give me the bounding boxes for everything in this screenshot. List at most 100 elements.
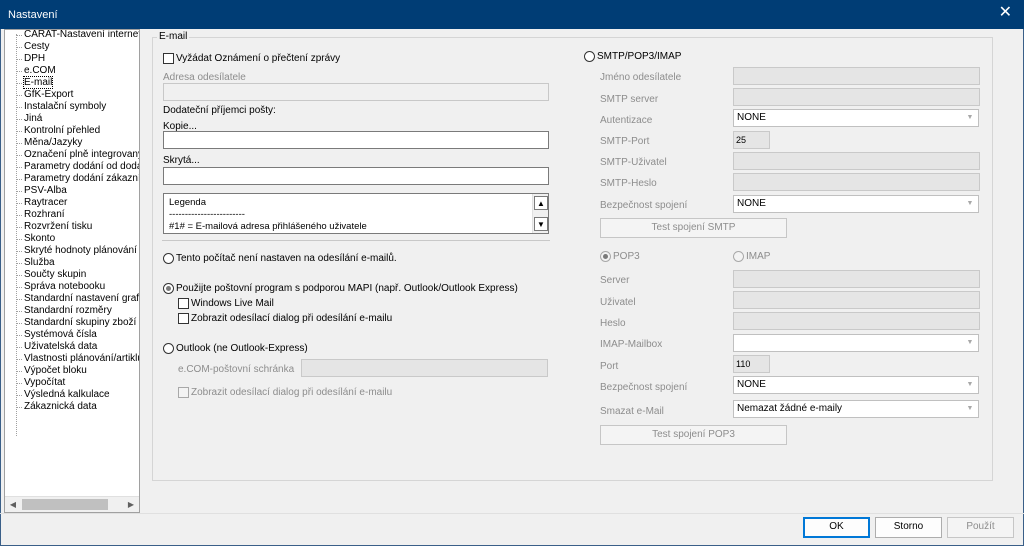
pop-user-field[interactable] [733, 291, 980, 309]
show-send-dialog-checkbox[interactable] [178, 313, 189, 324]
tree-item-label: Systémová čísla [24, 329, 97, 340]
chevron-down-icon[interactable]: ▼ [962, 335, 978, 351]
tree-item[interactable]: Rozvržení tisku [5, 221, 139, 233]
tree-item[interactable]: Standardní skupiny zboží [5, 317, 139, 329]
tree-item-label: Skryté hodnoty plánování [24, 245, 137, 256]
show-send-dialog-2-label: Zobrazit odesílací dialog při odesílání … [191, 387, 393, 398]
tree-item[interactable]: Skryté hodnoty plánování [5, 245, 139, 257]
cancel-button[interactable]: Storno [875, 517, 942, 538]
test-smtp-button[interactable]: Test spojení SMTP [600, 218, 787, 238]
chevron-down-icon[interactable]: ▼ [962, 401, 978, 417]
tree-item[interactable]: e.COM [5, 65, 139, 77]
apply-button[interactable]: Použít [947, 517, 1014, 538]
tree-item[interactable]: Služba [5, 257, 139, 269]
pop-security-select[interactable]: NONE ▼ [733, 376, 979, 394]
smtp-user-field[interactable] [733, 152, 980, 170]
pop-security-label: Bezpečnost spojení [600, 382, 688, 393]
tree-item[interactable]: Vypočítat [5, 377, 139, 389]
tree-horizontal-scrollbar[interactable]: ◀ ▶ [5, 496, 139, 512]
chevron-down-icon[interactable]: ▼ [962, 110, 978, 126]
tree-item-label: e.COM [24, 65, 56, 76]
tree-item[interactable]: Raytracer [5, 197, 139, 209]
scroll-right-icon[interactable]: ▶ [123, 497, 139, 512]
read-receipt-checkbox[interactable] [163, 53, 174, 64]
scroll-left-icon[interactable]: ◀ [5, 497, 21, 512]
radio-pop3[interactable] [600, 251, 611, 262]
smtp-server-field[interactable] [733, 88, 980, 106]
tree-item[interactable]: Označení plně integrovaných [5, 149, 139, 161]
windows-live-mail-checkbox[interactable] [178, 298, 189, 309]
tree-item[interactable]: Systémová čísla [5, 329, 139, 341]
chevron-down-icon[interactable]: ▼ [962, 377, 978, 393]
radio-mapi-label: Použijte poštovní program s podporou MAP… [176, 283, 518, 294]
radio-outlook[interactable] [163, 343, 174, 354]
legend-vertical-scrollbar[interactable]: ▲ ▼ [532, 194, 548, 233]
radio-mapi[interactable] [163, 283, 174, 294]
sender-name-field[interactable] [733, 67, 980, 85]
tree-item[interactable]: Standardní rozměry [5, 305, 139, 317]
tree-item[interactable]: Parametry dodání zákazníkovi [5, 173, 139, 185]
tree-item-label: Standardní rozměry [24, 305, 112, 316]
tree-item[interactable]: Uživatelská data [5, 341, 139, 353]
settings-tree[interactable]: CARAT-Nastavení internetu Cesty DPH e.COM E-… [4, 29, 140, 513]
tree-item[interactable]: Kontrolní přehled [5, 125, 139, 137]
radio-imap[interactable] [733, 251, 744, 262]
tree-item[interactable]: Rozhraní [5, 209, 139, 221]
ecom-mailbox-field[interactable] [301, 359, 548, 377]
tree-item[interactable]: Zákaznická data [5, 401, 139, 413]
tree-item[interactable]: PSV-Alba [5, 185, 139, 197]
tree-item[interactable]: Správa notebooku [5, 281, 139, 293]
scroll-down-icon[interactable]: ▼ [534, 217, 548, 231]
tree-item-label: Měna/Jazyky [24, 137, 83, 148]
tree-item[interactable]: Jiná [5, 113, 139, 125]
tree-item[interactable]: Standardní nastavení grafiky [5, 293, 139, 305]
ok-button[interactable]: OK [803, 517, 870, 538]
tree-item[interactable]: E-mail [5, 76, 139, 89]
tree-item-label: Výsledná kalkulace [24, 389, 110, 400]
copy-field[interactable] [163, 131, 549, 149]
legend-box[interactable]: Legenda ------------------------ #1# = E… [163, 193, 549, 234]
pop-server-field[interactable] [733, 270, 980, 288]
tree-item-label: GfK-Export [24, 89, 74, 100]
scroll-up-icon[interactable]: ▲ [534, 196, 548, 210]
pop-password-label: Heslo [600, 318, 626, 329]
chevron-down-icon[interactable]: ▼ [962, 196, 978, 212]
imap-mailbox-select[interactable]: ▼ [733, 334, 979, 352]
show-send-dialog-2-checkbox[interactable] [178, 387, 189, 398]
smtp-password-field[interactable] [733, 173, 980, 191]
tree-item[interactable]: GfK-Export [5, 89, 139, 101]
radio-not-set[interactable] [163, 253, 174, 264]
tree-item-label: Součty skupin [24, 269, 87, 280]
additional-recipients-label: Dodateční příjemci pošty: [163, 105, 276, 116]
scroll-thumb[interactable] [22, 499, 108, 510]
auth-select[interactable]: NONE ▼ [733, 109, 979, 127]
tree-item[interactable]: Vlastnosti plánování/artiklů [5, 353, 139, 365]
pop-port-field[interactable]: 110 [733, 355, 770, 373]
legend-line: Legenda [169, 197, 206, 208]
tree-item[interactable]: CARAT-Nastavení internetu [5, 30, 139, 41]
tree-item[interactable]: Parametry dodání od dodavatele [5, 161, 139, 173]
radio-smtp[interactable] [584, 51, 595, 62]
tree-item[interactable]: Součty skupin [5, 269, 139, 281]
close-icon[interactable]: ✕ [999, 5, 1012, 21]
read-receipt-label: Vyžádat Oznámení o přečtení zprávy [176, 53, 341, 64]
hidden-label[interactable]: Skrytá... [163, 155, 200, 166]
tree-item[interactable]: Měna/Jazyky [5, 137, 139, 149]
smtp-security-select[interactable]: NONE ▼ [733, 195, 979, 213]
tree-item[interactable]: Cesty [5, 41, 139, 53]
test-pop3-button[interactable]: Test spojení POP3 [600, 425, 787, 445]
tree-item[interactable]: Výsledná kalkulace [5, 389, 139, 401]
tree-item[interactable]: Instalační symboly [5, 101, 139, 113]
sender-name-label: Jméno odesílatele [600, 72, 682, 83]
smtp-port-field[interactable]: 25 [733, 131, 770, 149]
tree-item[interactable]: DPH [5, 53, 139, 65]
pop-password-field[interactable] [733, 312, 980, 330]
smtp-port-label: SMTP-Port [600, 136, 650, 147]
tree-item[interactable]: Skonto [5, 233, 139, 245]
legend-line: ------------------------ [169, 209, 245, 220]
tree-item[interactable]: Výpočet bloku [5, 365, 139, 377]
hidden-field[interactable] [163, 167, 549, 185]
delete-mail-select[interactable]: Nemazat žádné e-maily ▼ [733, 400, 979, 418]
tree-item-label: Označení plně integrovaných [24, 149, 139, 160]
sender-address-field[interactable] [163, 83, 549, 101]
